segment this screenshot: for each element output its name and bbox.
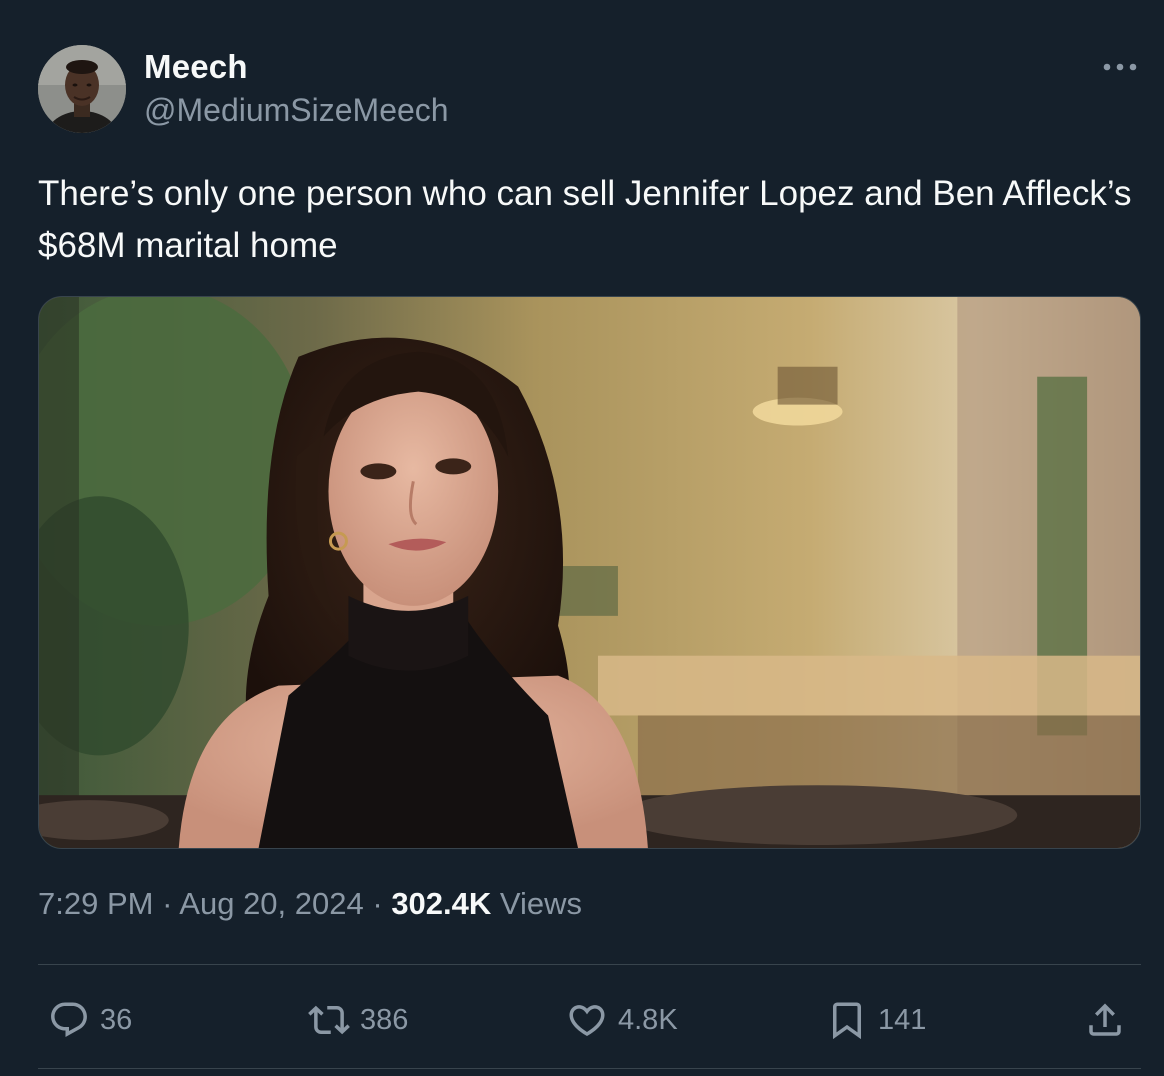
- heart-icon: [569, 1005, 605, 1037]
- reply-button[interactable]: 36: [48, 990, 132, 1050]
- more-icon[interactable]: [1100, 52, 1140, 82]
- share-button[interactable]: [1084, 990, 1126, 1050]
- meta-separator: ·: [153, 886, 180, 921]
- meta-separator: ·: [363, 886, 392, 921]
- bookmark-icon: [833, 1002, 861, 1040]
- tweet-date[interactable]: Aug 20, 2024: [179, 886, 363, 921]
- bookmark-button[interactable]: 141: [826, 990, 926, 1050]
- action-bar: 36 386 4.8K 141: [0, 990, 1164, 1050]
- tweet-meta: 7:29 PM · Aug 20, 2024 · 302.4K Views: [38, 886, 582, 922]
- reply-icon: [51, 1002, 87, 1037]
- author-name[interactable]: Meech: [144, 48, 248, 86]
- views-count: 302.4K: [391, 886, 492, 921]
- divider-top: [38, 964, 1141, 965]
- like-button[interactable]: 4.8K: [566, 990, 678, 1050]
- bookmark-count: 141: [878, 1003, 927, 1036]
- tweet-text: There’s only one person who can sell Jen…: [38, 174, 1132, 265]
- tweet: Meech @MediumSizeMeech There’s only one …: [0, 0, 1164, 1076]
- avatar-image: [38, 45, 126, 133]
- author-handle[interactable]: @MediumSizeMeech: [144, 92, 449, 129]
- photo-woman-interview: [39, 297, 1140, 848]
- avatar[interactable]: [38, 45, 126, 133]
- reply-count: 36: [100, 1003, 133, 1036]
- repost-button[interactable]: 386: [308, 990, 408, 1050]
- divider-bottom: [38, 1068, 1141, 1069]
- repost-icon: [308, 1005, 350, 1035]
- tweet-media-image[interactable]: [38, 296, 1141, 849]
- repost-count: 386: [360, 1003, 409, 1036]
- views-label: Views: [491, 886, 583, 921]
- share-icon: [1089, 1003, 1121, 1036]
- tweet-time[interactable]: 7:29 PM: [38, 886, 153, 921]
- like-count: 4.8K: [618, 1003, 678, 1036]
